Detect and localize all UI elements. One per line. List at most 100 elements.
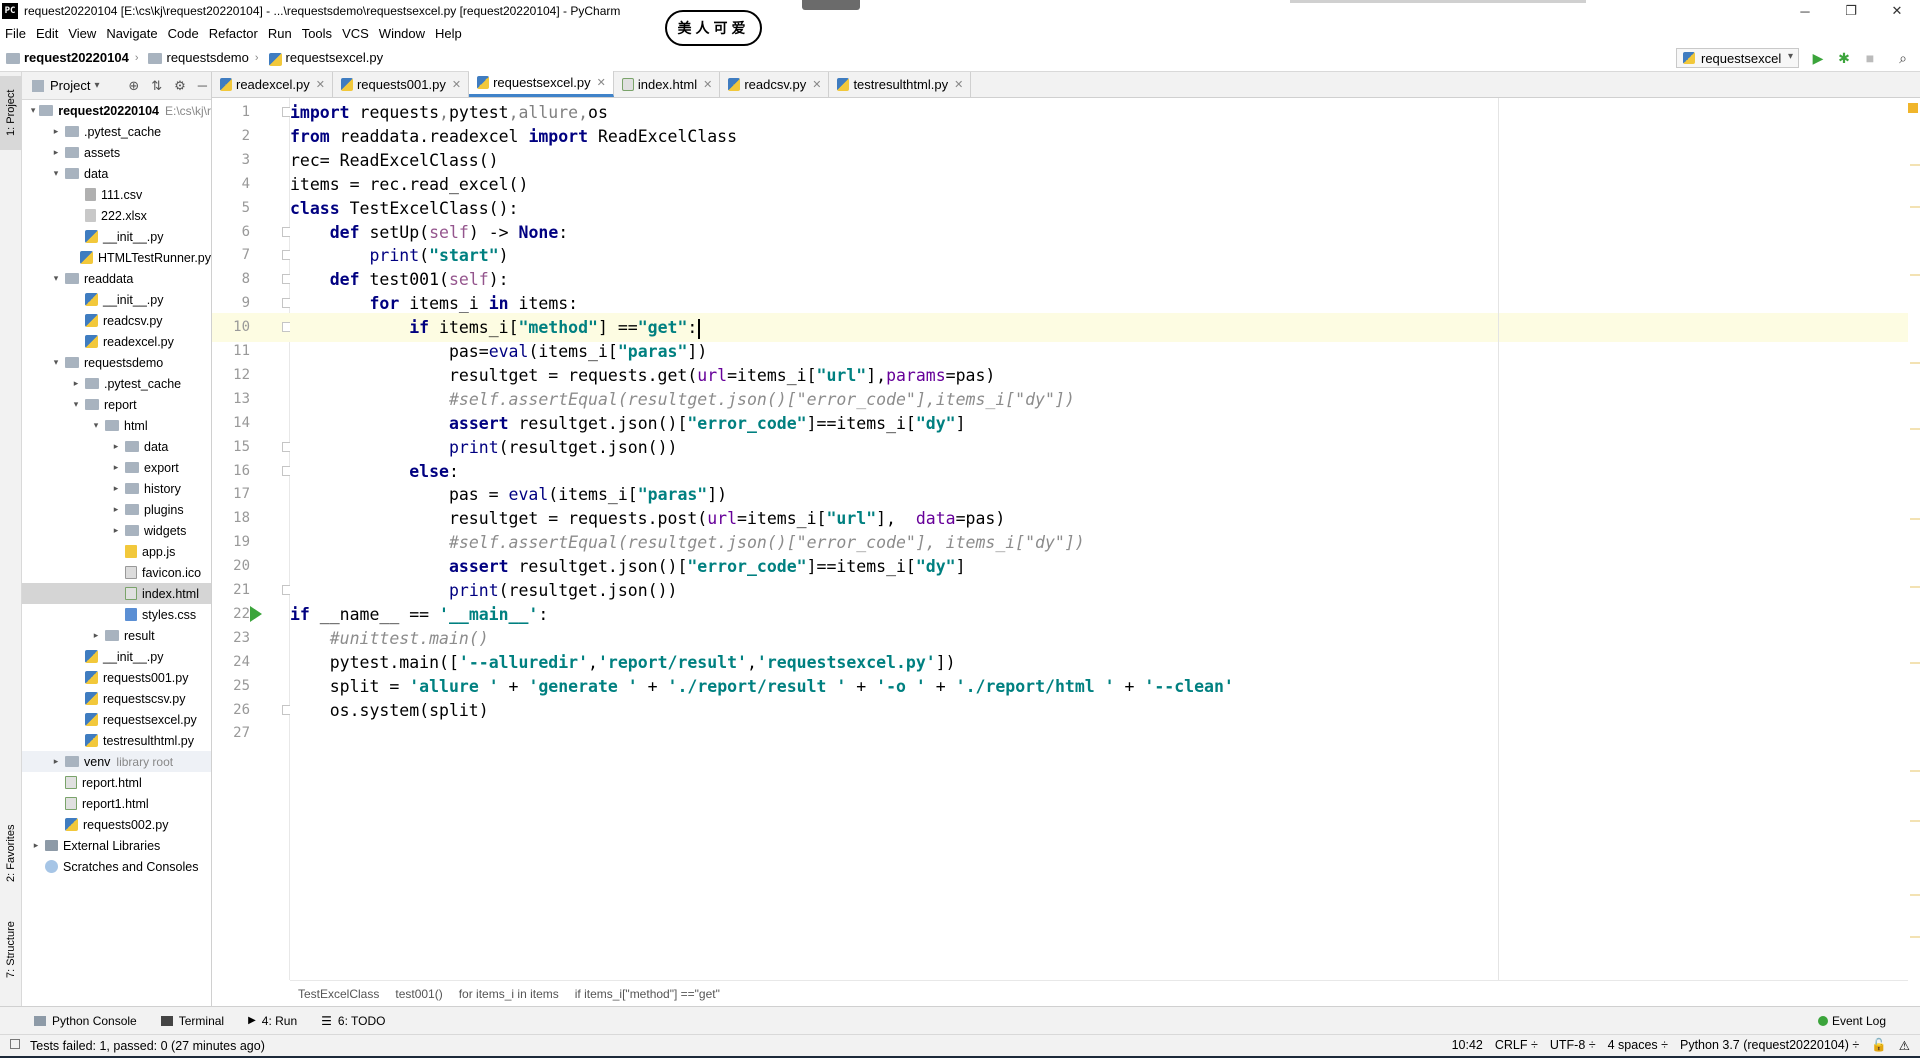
tree-item[interactable]: requestsexcel.py [22,709,211,730]
code-line[interactable] [290,719,1908,748]
tree-item[interactable]: ▸ .pytest_cache [22,373,211,394]
chevron-down-icon[interactable]: ▾ [30,105,36,116]
tree-item[interactable]: __init__.py [22,646,211,667]
menu-window[interactable]: Window [374,26,430,41]
terminal-tab[interactable]: Terminal [160,1014,224,1028]
chevron-down-icon[interactable]: ▾ [50,168,62,179]
tree-item[interactable]: __init__.py [22,226,211,247]
tree-item[interactable]: ▾ readdata [22,268,211,289]
chevron-down-icon[interactable]: ▾ [90,420,102,431]
tree-item[interactable]: ▸ export [22,457,211,478]
tree-item[interactable]: ▸ External Libraries [22,835,211,856]
tree-item[interactable]: Scratches and Consoles [22,856,211,877]
python-interpreter[interactable]: Python 3.7 (request20220104) ÷ [1680,1038,1859,1053]
tree-item[interactable]: testresulthtml.py [22,730,211,751]
code-editor[interactable]: import requests,pytest,allure,os from rea… [290,98,1908,980]
chevron-right-icon[interactable]: ▸ [30,840,42,851]
run-gutter-icon[interactable] [250,605,262,622]
gear-icon[interactable]: ⚙ [174,78,186,94]
tree-item[interactable]: ▾ html [22,415,211,436]
tree-item[interactable]: ▾ requestsdemo [22,352,211,373]
run-icon[interactable]: ▶ [1810,50,1826,66]
todo-tab[interactable]: ☰ 6: TODO [321,1014,385,1028]
tree-item[interactable]: report1.html [22,793,211,814]
chevron-right-icon[interactable]: ▸ [50,147,62,158]
tree-item[interactable]: ▸ history [22,478,211,499]
line-separator[interactable]: CRLF ÷ [1495,1038,1538,1053]
close-tab-icon[interactable]: ✕ [597,76,606,89]
tree-item[interactable]: report.html [22,772,211,793]
tree-item[interactable]: favicon.ico [22,562,211,583]
chevron-right-icon[interactable]: ▸ [110,525,122,536]
code-breadcrumb-item[interactable]: for items_i in items [459,987,559,1001]
structure-tool-tab[interactable]: 7: Structure [0,910,22,990]
tree-item[interactable]: app.js [22,541,211,562]
menu-vcs[interactable]: VCS [337,26,374,41]
project-tool-tab[interactable]: 1: Project [0,76,22,150]
chevron-right-icon[interactable]: ▸ [70,378,82,389]
tree-item[interactable]: 111.csv [22,184,211,205]
close-tab-icon[interactable]: ✕ [812,78,821,91]
menu-navigate[interactable]: Navigate [101,26,162,41]
indent-setting[interactable]: 4 spaces ÷ [1608,1038,1668,1053]
chevron-down-icon[interactable]: ▾ [70,399,82,410]
tree-item[interactable]: ▸ plugins [22,499,211,520]
code-breadcrumb-item[interactable]: test001() [395,987,442,1001]
editor-scrollbar[interactable] [1908,98,1920,980]
editor-tab[interactable]: requests001.py ✕ [333,72,470,97]
close-tab-icon[interactable]: ✕ [316,78,325,91]
menu-file[interactable]: File [0,26,31,41]
collapse-all-icon[interactable]: ⇅ [151,78,162,94]
tree-item[interactable]: readexcel.py [22,331,211,352]
inspection-warning-icon[interactable] [1908,103,1918,113]
chevron-right-icon[interactable]: ▸ [110,504,122,515]
editor-tab[interactable]: readexcel.py ✕ [212,72,333,97]
project-panel-title[interactable]: Project [50,78,90,93]
tree-item[interactable]: ▸ data [22,436,211,457]
menu-run[interactable]: Run [263,26,297,41]
nav-crumb-project[interactable]: request20220104 › [0,50,142,65]
tree-item[interactable]: ▾ request20220104 E:\cs\kj\r [22,100,211,121]
tree-item[interactable]: requests002.py [22,814,211,835]
run-tab[interactable]: ▶ 4: Run [248,1014,297,1028]
notifications-icon[interactable]: ⚠ [1899,1038,1910,1053]
tree-item[interactable]: ▸ venv library root [22,751,211,772]
locate-icon[interactable]: ⊕ [128,78,139,94]
tree-item[interactable]: ▾ data [22,163,211,184]
tree-item[interactable]: ▸ result [22,625,211,646]
restore-button[interactable]: ❐ [1828,0,1874,22]
chevron-right-icon[interactable]: ▸ [110,441,122,452]
chevron-down-icon[interactable]: ▾ [50,273,62,284]
search-icon[interactable]: ⌕ [1895,50,1911,66]
menu-edit[interactable]: Edit [31,26,63,41]
nav-crumb-file[interactable]: requestsexcel.py [263,50,383,66]
lock-icon[interactable]: 🔓 [1871,1038,1887,1053]
menu-tools[interactable]: Tools [297,26,337,41]
menu-refactor[interactable]: Refactor [204,26,263,41]
tree-item[interactable]: ▸ assets [22,142,211,163]
editor-tab[interactable]: readcsv.py ✕ [720,72,830,97]
editor-tab[interactable]: testresulthtml.py ✕ [829,72,972,97]
menu-help[interactable]: Help [430,26,467,41]
chevron-right-icon[interactable]: ▸ [50,126,62,137]
editor-tab[interactable]: requestsexcel.py ✕ [469,71,614,97]
caret-position[interactable]: 10:42 [1452,1038,1483,1053]
run-configuration-select[interactable]: requestsexcel ▾ [1676,48,1799,68]
file-encoding[interactable]: UTF-8 ÷ [1550,1038,1596,1053]
chevron-right-icon[interactable]: ▸ [110,483,122,494]
close-button[interactable]: ✕ [1874,0,1920,22]
chevron-down-icon[interactable]: ▾ [94,80,99,91]
close-tab-icon[interactable]: ✕ [452,78,461,91]
tree-item[interactable]: readcsv.py [22,310,211,331]
python-console-tab[interactable]: Python Console [34,1014,137,1028]
tree-item[interactable]: __init__.py [22,289,211,310]
tree-item[interactable]: requests001.py [22,667,211,688]
nav-crumb-folder[interactable]: requestsdemo › [142,50,262,65]
code-breadcrumb-item[interactable]: TestExcelClass [298,987,379,1001]
menu-view[interactable]: View [63,26,101,41]
debug-icon[interactable]: ✱ [1836,50,1852,66]
editor-tab[interactable]: index.html ✕ [614,72,721,97]
tree-item[interactable]: HTMLTestRunner.py [22,247,211,268]
status-message[interactable]: Tests failed: 1, passed: 0 (27 minutes a… [30,1039,265,1053]
tree-item[interactable]: ▸ widgets [22,520,211,541]
